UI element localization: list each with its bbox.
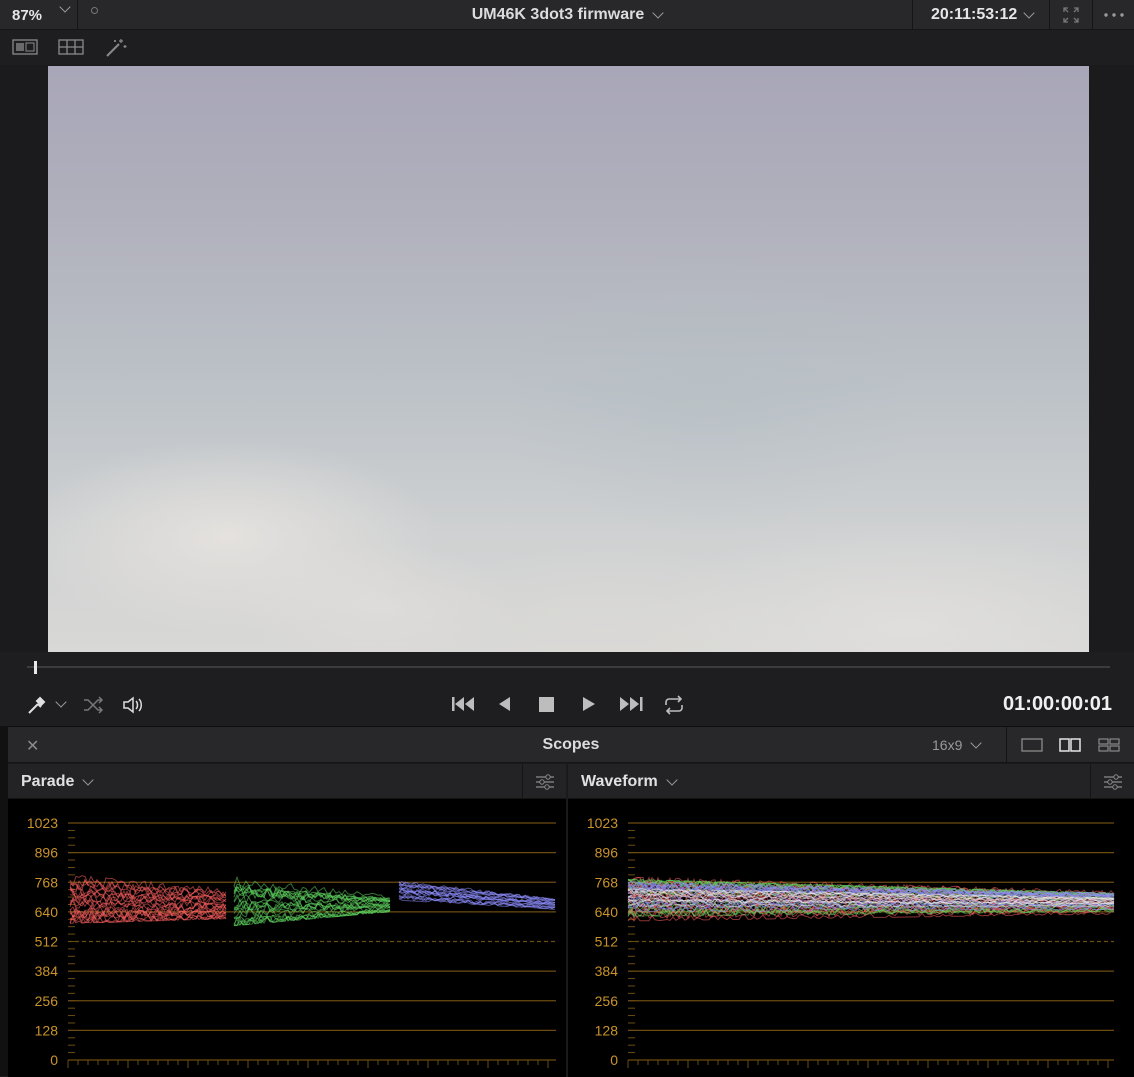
video-viewer[interactable]: [0, 65, 1134, 652]
loop-icon[interactable]: [662, 694, 686, 716]
fullscreen-icon: [1062, 7, 1079, 23]
shuffle-icon[interactable]: [82, 694, 104, 716]
scope-tick-label: 0: [610, 1052, 618, 1068]
parade-graph: 1023 896 768 640 512 384 256 128 0: [27, 815, 556, 1068]
scope-type-dropdown[interactable]: Parade: [21, 764, 95, 799]
video-frame: [48, 66, 1089, 652]
scope-tick-label: 384: [595, 963, 619, 979]
record-timecode: 01:00:00:01: [1003, 693, 1112, 715]
scope-type-label: Parade: [21, 772, 75, 790]
speaker-icon[interactable]: [121, 694, 147, 716]
grid-viewer-icon[interactable]: [58, 38, 84, 56]
step-back-icon[interactable]: [496, 694, 512, 714]
scopes-panel: Scopes ✕ 16x9 Parade 1023 896 768 640 51…: [8, 726, 1134, 1077]
chevron-down-icon: [970, 737, 983, 749]
viewer-top-bar: 87% UM46K 3dot3 firmware 20:11:53:12: [0, 0, 1134, 30]
scope-tick-label: 384: [35, 963, 59, 979]
scope-settings-icon: [1103, 773, 1122, 790]
scope-settings-icon: [535, 773, 554, 790]
scope-type-dropdown[interactable]: Waveform: [581, 764, 678, 799]
scope-tick-label: 640: [595, 904, 619, 920]
aspect-value: 16x9: [932, 737, 963, 753]
layout-quad-icon[interactable]: [1098, 738, 1120, 752]
play-icon[interactable]: [580, 694, 598, 714]
source-timecode: 20:11:53:12: [931, 6, 1018, 23]
scope-tick-label: 768: [595, 874, 619, 890]
skip-end-icon[interactable]: [618, 694, 646, 714]
scope-tick-label: 640: [35, 904, 59, 920]
close-icon[interactable]: ✕: [26, 736, 39, 756]
scope-tick-label: 1023: [27, 815, 58, 831]
scope-type-label: Waveform: [581, 772, 658, 790]
chevron-down-icon: [82, 773, 95, 786]
playhead[interactable]: [34, 661, 37, 674]
single-viewer-icon[interactable]: [12, 38, 38, 56]
more-icon: [1103, 13, 1124, 17]
left-edge-strip: [0, 726, 8, 1076]
parade-scope: Parade 1023 896 768 640 512 384 256 128 0: [8, 764, 566, 1077]
scope-tick-label: 256: [35, 993, 59, 1009]
stop-icon[interactable]: [537, 694, 557, 714]
scope-tick-label: 1023: [587, 815, 618, 831]
chevron-down-icon: [666, 773, 678, 786]
scope-tick-label: 512: [35, 934, 59, 950]
layout-dual-icon[interactable]: [1059, 738, 1082, 752]
scope-tick-label: 0: [50, 1052, 58, 1068]
waveform-scope: Waveform 1023 896 768 640 512 384 256 128 0: [568, 764, 1134, 1077]
clip-title: UM46K 3dot3 firmware: [471, 6, 645, 23]
fullscreen-button[interactable]: [1049, 0, 1091, 30]
skip-start-icon[interactable]: [450, 694, 476, 714]
layout-single-icon[interactable]: [1021, 738, 1043, 752]
magic-wand-icon[interactable]: [104, 38, 128, 58]
more-options-button[interactable]: [1092, 0, 1134, 30]
chevron-down-icon[interactable]: [55, 696, 67, 708]
transport-controls: 01:00:00:01: [0, 686, 1134, 724]
scopes-header: Scopes ✕ 16x9: [8, 727, 1134, 763]
scope-layout-buttons: [1006, 727, 1134, 763]
scope-tick-label: 896: [35, 845, 59, 861]
waveform-graph: 1023 896 768 640 512 384 256 128 0: [587, 815, 1115, 1068]
scope-settings-button[interactable]: [1090, 764, 1134, 799]
waveform-header: Waveform: [568, 764, 1134, 799]
scope-tick-label: 896: [595, 845, 619, 861]
scope-tick-label: 768: [35, 874, 59, 890]
timecode-dropdown[interactable]: 20:11:53:12: [912, 0, 1048, 30]
parade-header: Parade: [8, 764, 566, 799]
scope-tick-label: 128: [35, 1022, 59, 1038]
scrubber-bar[interactable]: [0, 652, 1134, 686]
viewer-toolbar: [0, 31, 1134, 65]
scope-tick-label: 512: [595, 934, 619, 950]
scrubber-track[interactable]: [27, 666, 1110, 668]
chevron-down-icon: [652, 7, 664, 19]
chevron-down-icon: [1023, 7, 1035, 19]
eyedropper-icon[interactable]: [26, 694, 48, 716]
scope-tick-label: 256: [595, 993, 619, 1009]
scope-settings-button[interactable]: [522, 764, 566, 799]
scope-tick-label: 128: [595, 1022, 619, 1038]
aspect-dropdown[interactable]: 16x9: [932, 727, 983, 763]
